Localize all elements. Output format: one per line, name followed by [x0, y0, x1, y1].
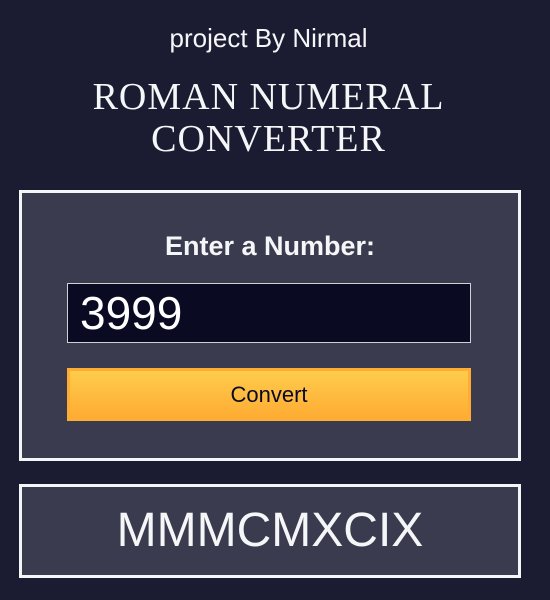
- number-label: Enter a Number:: [164, 231, 376, 261]
- page-title: ROMAN NUMERAL CONVERTER: [0, 76, 537, 160]
- roman-output: MMMCMXCIX: [116, 504, 424, 557]
- project-credit: project By Nirmal: [169, 23, 368, 53]
- output-panel: MMMCMXCIX: [19, 484, 521, 578]
- converter-form: Enter a Number: Convert: [19, 190, 521, 461]
- title-line-1: ROMAN NUMERAL: [92, 76, 445, 118]
- number-input[interactable]: [67, 283, 471, 343]
- title-line-2: CONVERTER: [151, 118, 386, 160]
- convert-button[interactable]: Convert: [67, 368, 471, 421]
